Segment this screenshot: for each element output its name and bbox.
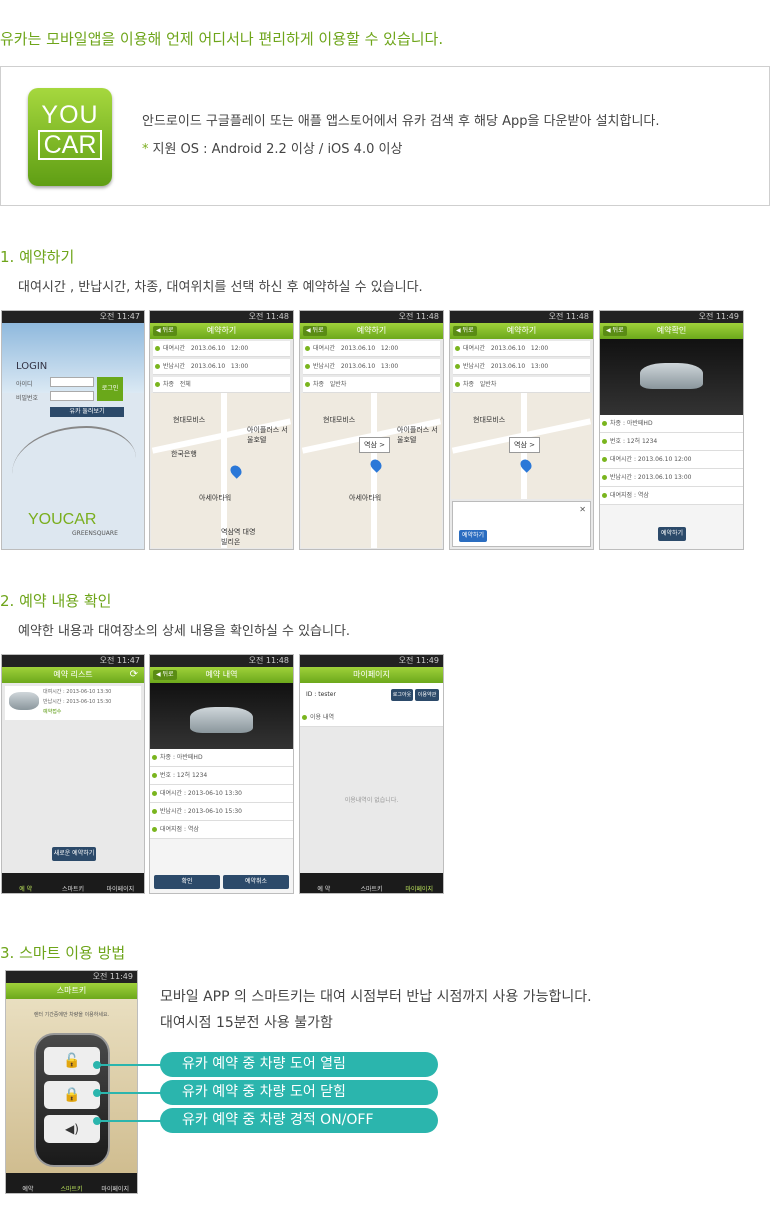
rental-time-row[interactable]: 대여시간 2013.06.10 12:00 xyxy=(153,341,290,357)
refresh-icon[interactable]: ⟳ xyxy=(130,667,138,683)
section-desc-check: 예약한 내용과 대여장소의 상세 내용을 확인하실 수 있습니다. xyxy=(18,624,351,639)
brand-logo: YOUCAR xyxy=(28,511,97,528)
smartkey-desc: 모바일 APP 의 스마트키는 대여 시점부터 반납 시점까지 사용 가능합니다… xyxy=(160,989,592,1005)
logout-button[interactable]: 로그아웃 xyxy=(391,689,413,701)
car-type-row[interactable]: 차종 일반차 xyxy=(453,377,590,393)
map-view[interactable]: 현대모비스 역삼 > xyxy=(451,393,592,499)
nav-smartkey[interactable]: 스마트키 xyxy=(348,873,396,893)
ok-button[interactable]: 확인 xyxy=(154,875,220,889)
car-thumbnail xyxy=(9,692,39,710)
reserve-button[interactable]: 예약하기 xyxy=(459,530,487,542)
screenshot-reserve-2: 오전 11:48 ◀ 뒤로 예약하기 대여시간 2013.06.10 12:00 … xyxy=(299,310,444,550)
youcar-app-logo: YOU CAR xyxy=(28,88,112,186)
section-title-reserve: 1. 예약하기 xyxy=(0,248,75,266)
back-button[interactable]: ◀ 뒤로 xyxy=(153,670,177,680)
nav-mypage[interactable]: 마이페이지 xyxy=(97,873,144,893)
screenshot-reserve-list: 오전 11:47 예약 리스트 ⟳ 대여시간 : 2013-06-10 13:30… xyxy=(1,654,145,894)
screenshot-login: 오전 11:47 LOGIN 아이디 비밀번호 로그인 유카 둘러보기 YOUC… xyxy=(1,310,145,550)
return-time-row[interactable]: 반납시간 2013.06.10 13:00 xyxy=(453,359,590,375)
user-id: ID : tester xyxy=(306,691,336,698)
cancel-reservation-button[interactable]: 예약취소 xyxy=(223,875,289,889)
list-item[interactable]: 대여시간 : 2013-06-10 13:30 반납시간 : 2013-06-1… xyxy=(5,686,141,720)
terms-button[interactable]: 이용약관 xyxy=(415,689,439,701)
empty-history-message: 이용내역이 없습니다. xyxy=(344,797,399,804)
screenshot-reserve-detail: 오전 11:48 ◀ 뒤로 예약 내역 차종 : 아반떼HD 번호 : 12허 1… xyxy=(149,654,294,894)
login-id-input[interactable] xyxy=(50,377,94,387)
car-type-row[interactable]: 차종 일반차 xyxy=(303,377,440,393)
close-icon[interactable]: ✕ xyxy=(579,505,586,514)
horn-icon: ◀) xyxy=(65,1122,79,1136)
map-bubble[interactable]: 역삼 > xyxy=(509,437,540,453)
info-box xyxy=(0,66,770,206)
download-instruction: 안드로이드 구글플레이 또는 애플 앱스토어에서 유카 검색 후 해당 App을… xyxy=(142,114,660,129)
smartkey-notice: 렌터 기간중에만 차량을 이용하세요. xyxy=(33,1012,110,1018)
back-button[interactable]: ◀ 뒤로 xyxy=(303,326,327,336)
os-support-note: * 지원 OS : Android 2.2 이상 / iOS 4.0 이상 xyxy=(142,142,403,157)
back-button[interactable]: ◀ 뒤로 xyxy=(153,326,177,336)
car-photo xyxy=(600,339,743,415)
door-close-label: 유카 예약 중 차량 도어 닫힘 xyxy=(160,1080,438,1105)
bottom-nav: 예 약 스마트키 마이페이지 xyxy=(2,873,144,893)
intro-text: 유카는 모바일앱을 이용해 언제 어디서나 편리하게 이용할 수 있습니다. xyxy=(0,30,444,48)
car-photo xyxy=(150,683,293,749)
login-button[interactable]: 로그인 xyxy=(97,377,123,401)
screenshot-mypage: 오전 11:49 마이페이지 ID : tester 로그아웃 이용약관 이용 … xyxy=(299,654,444,894)
unlock-button[interactable]: 🔓 xyxy=(44,1047,100,1075)
location-info-popup: 예약하기 ✕ xyxy=(452,501,591,547)
nav-reserve[interactable]: 예 약 xyxy=(2,873,49,893)
back-button[interactable]: ◀ 뒤로 xyxy=(603,326,627,336)
section-desc-reserve: 대여시간 , 반납시간, 차종, 대여위치를 선택 하신 후 예약하실 수 있습… xyxy=(18,280,423,295)
return-time-row[interactable]: 반납시간 2013.06.10 13:00 xyxy=(303,359,440,375)
return-time-row[interactable]: 반납시간 2013.06.10 13:00 xyxy=(153,359,290,375)
map-view[interactable]: 현대모비스 아이플러스 서울호텔 아세아타워 역삼 > xyxy=(301,393,442,548)
car-sketch xyxy=(12,426,136,506)
unlock-icon: 🔓 xyxy=(63,1053,81,1069)
bottom-nav: 예 약 스마트키 마이페이지 xyxy=(300,873,443,893)
nav-mypage[interactable]: 마이페이지 xyxy=(395,873,443,893)
car-type-row[interactable]: 차종 전체 xyxy=(153,377,290,393)
lock-icon: 🔒 xyxy=(63,1087,81,1103)
rental-time-row[interactable]: 대여시간 2013.06.10 12:00 xyxy=(453,341,590,357)
smartkey-fob: 🔓 🔒 ◀) xyxy=(34,1033,110,1167)
door-open-label: 유카 예약 중 차량 도어 열림 xyxy=(160,1052,438,1077)
location-pin-icon[interactable] xyxy=(228,463,244,479)
nav-reserve[interactable]: 예약 xyxy=(6,1173,50,1193)
new-reservation-button[interactable]: 새로운 예약하기 xyxy=(52,847,96,861)
bottom-nav: 예약 스마트키 마이페이지 xyxy=(6,1173,137,1193)
smartkey-note: 대여시점 15분전 사용 불가함 xyxy=(160,1015,333,1031)
nav-smartkey[interactable]: 스마트키 xyxy=(50,1173,94,1193)
lock-button[interactable]: 🔒 xyxy=(44,1081,100,1109)
nav-reserve[interactable]: 예 약 xyxy=(300,873,348,893)
login-title: LOGIN xyxy=(16,361,48,372)
section-title-smartkey: 3. 스마트 이용 방법 xyxy=(0,944,126,962)
screenshot-reserve-1: 오전 11:48 ◀ 뒤로 예약하기 대여시간 2013.06.10 12:00 … xyxy=(149,310,294,550)
screenshot-reserve-3: 오전 11:48 ◀ 뒤로 예약하기 대여시간 2013.06.10 12:00 … xyxy=(449,310,594,550)
section-title-check: 2. 예약 내용 확인 xyxy=(0,592,112,610)
rental-time-row[interactable]: 대여시간 2013.06.10 12:00 xyxy=(303,341,440,357)
nav-mypage[interactable]: 마이페이지 xyxy=(93,1173,137,1193)
back-button[interactable]: ◀ 뒤로 xyxy=(453,326,477,336)
nav-smartkey[interactable]: 스마트키 xyxy=(49,873,96,893)
map-view[interactable]: 현대모비스 아이플러스 서울호텔 한국은행 아세아타워 역삼역 대영빌리온 xyxy=(151,393,292,548)
confirm-reserve-button[interactable]: 예약하기 xyxy=(658,527,686,541)
login-password-input[interactable] xyxy=(50,391,94,401)
browse-button[interactable]: 유카 둘러보기 xyxy=(50,407,124,417)
screenshot-reserve-confirm: 오전 11:49 ◀ 뒤로 예약확인 차종 : 아반떼HD 번호 : 12허 12… xyxy=(599,310,744,550)
horn-button[interactable]: ◀) xyxy=(44,1115,100,1143)
asterisk-icon: * xyxy=(142,142,149,157)
map-bubble[interactable]: 역삼 > xyxy=(359,437,390,453)
screenshot-smartkey: 오전 11:49 스마트키 렌터 기간중에만 차량을 이용하세요. 🔓 🔒 ◀)… xyxy=(5,970,138,1194)
horn-label: 유카 예약 중 차량 경적 ON/OFF xyxy=(160,1108,438,1133)
